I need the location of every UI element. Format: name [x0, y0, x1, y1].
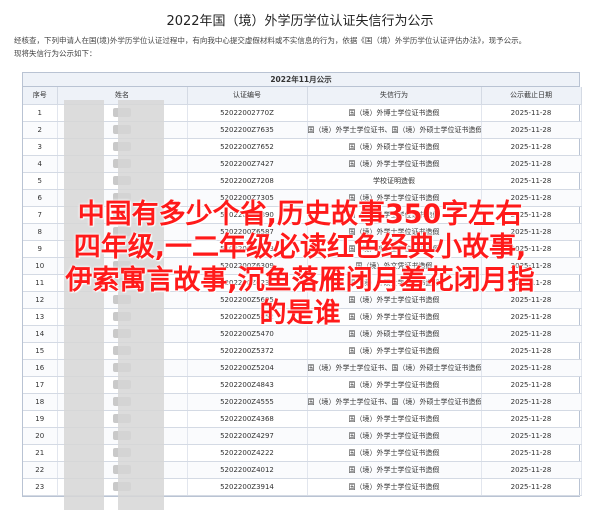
- cell-deadline: 2025-11-28: [481, 461, 582, 479]
- header-violation: 失信行为: [307, 87, 482, 105]
- page-title: 2022年国（境）外学历学位认证失信行为公示: [166, 14, 434, 29]
- cell-cert-no: 5202200Z7427: [187, 155, 308, 173]
- table-row: 1 52022002770Z 国（境）外博士学位证书造假 2025-11-28: [23, 104, 582, 122]
- cell-index: 18: [23, 393, 58, 411]
- cell-violation: 国（境）外学士学位证书造假: [307, 342, 482, 360]
- intro-paragraph: 现将失信行为公示如下：: [14, 49, 97, 58]
- cell-index: 16: [23, 359, 58, 377]
- cell-index: 20: [23, 427, 58, 445]
- table-row: 4 5202200Z7427 国（境）外学士学位证书造假 2025-11-28: [23, 155, 582, 173]
- cell-cert-no: 5202200Z4297: [187, 427, 308, 445]
- cell-cert-no: 5202200Z3914: [187, 478, 308, 496]
- overlay-line: 四年级,一二年级必读红色经典小故事,: [73, 232, 527, 263]
- cell-violation: 学校证明造假: [307, 172, 482, 190]
- table-caption: 2022年11月公示: [23, 73, 579, 87]
- table-row: 16 5202200Z5204 国（境）外学士学位证书、国（境）外硕士学位证书造假 2…: [23, 359, 582, 377]
- cell-deadline: 2025-11-28: [481, 410, 582, 428]
- cell-violation: 国（境）外学士学位证书造假: [307, 427, 482, 445]
- cell-cert-no: 5202200Z7635: [187, 121, 308, 139]
- table-row: 2 5202200Z7635 国（境）外学士学位证书、国（境）外硕士学位证书造假 20…: [23, 121, 582, 139]
- cell-cert-no: 5202200Z4222: [187, 444, 308, 462]
- cell-index: 15: [23, 342, 58, 360]
- overlay-line: 中国有多少个省,历史故事350字左右: [77, 199, 523, 230]
- cell-index: 21: [23, 444, 58, 462]
- cell-deadline: 2025-11-28: [481, 172, 582, 190]
- cell-deadline: 2025-11-28: [481, 359, 582, 377]
- cell-cert-no: 5202200Z5372: [187, 342, 308, 360]
- cell-deadline: 2025-11-28: [481, 342, 582, 360]
- table-row: 15 5202200Z5372 国（境）外学士学位证书造假 2025-11-28: [23, 342, 582, 360]
- cell-deadline: 2025-11-28: [481, 478, 582, 496]
- cell-deadline: 2025-11-28: [481, 444, 582, 462]
- cell-index: 1: [23, 104, 58, 122]
- intro-text: 经核查，下列申请人在国(境)外学历学位认证过程中，有向我中心提交虚假材料或不实信…: [14, 34, 586, 60]
- cell-cert-no: 5202200Z7652: [187, 138, 308, 156]
- table-row: 22 5202200Z4012 国（境）外学士学位证书造假 2025-11-28: [23, 461, 582, 479]
- cell-deadline: 2025-11-28: [481, 393, 582, 411]
- table-row: 21 5202200Z4222 国（境）外学士学位证书造假 2025-11-28: [23, 444, 582, 462]
- cell-violation: 国（境）外学士学位证书造假: [307, 444, 482, 462]
- cell-deadline: 2025-11-28: [481, 376, 582, 394]
- cell-cert-no: 5202200Z4368: [187, 410, 308, 428]
- cell-deadline: 2025-11-28: [481, 121, 582, 139]
- cell-index: 17: [23, 376, 58, 394]
- promo-overlay-text: 中国有多少个省,历史故事350字左右 四年级,一二年级必读红色经典小故事, 伊索…: [0, 198, 600, 330]
- cell-violation: 国（境）外学士学位证书造假: [307, 410, 482, 428]
- cell-cert-no: 5202200Z4555: [187, 393, 308, 411]
- cell-index: 23: [23, 478, 58, 496]
- cell-deadline: 2025-11-28: [481, 104, 582, 122]
- table-row: 23 5202200Z3914 国（境）外学士学位证书造假 2025-11-28: [23, 478, 582, 496]
- cell-cert-no: 5202200Z4012: [187, 461, 308, 479]
- cell-violation: 国（境）外博士学位证书造假: [307, 104, 482, 122]
- cell-index: 5: [23, 172, 58, 190]
- cell-index: 22: [23, 461, 58, 479]
- cell-deadline: 2025-11-28: [481, 155, 582, 173]
- cell-index: 3: [23, 138, 58, 156]
- cell-violation: 国（境）外学士学位证书、国（境）外硕士学位证书造假: [307, 121, 482, 139]
- header-cert-no: 认证编号: [187, 87, 308, 105]
- cell-violation: 国（境）外硕士学位证书造假: [307, 138, 482, 156]
- table-row: 3 5202200Z7652 国（境）外硕士学位证书造假 2025-11-28: [23, 138, 582, 156]
- cell-index: 2: [23, 121, 58, 139]
- cell-index: 19: [23, 410, 58, 428]
- header-deadline: 公示截止日期: [481, 87, 582, 105]
- header-index: 序号: [23, 87, 58, 105]
- cell-violation: 国（境）外学士学位证书造假: [307, 155, 482, 173]
- cell-cert-no: 5202200Z4843: [187, 376, 308, 394]
- table-row: 20 5202200Z4297 国（境）外学士学位证书造假 2025-11-28: [23, 427, 582, 445]
- cell-index: 4: [23, 155, 58, 173]
- cell-violation: 国（境）外学士学位证书、国（境）外硕士学位证书造假: [307, 393, 482, 411]
- table-row: 5 5202200Z7208 学校证明造假 2025-11-28: [23, 172, 582, 190]
- overlay-line: 的是谁: [259, 298, 341, 329]
- cell-violation: 国（境）外学士学位证书造假: [307, 376, 482, 394]
- overlay-line: 伊索寓言故事,沉鱼落雁闭月羞花闭月指: [65, 265, 535, 296]
- cell-cert-no: 5202200Z5204: [187, 359, 308, 377]
- table-row: 18 5202200Z4555 国（境）外学士学位证书、国（境）外硕士学位证书造假 2…: [23, 393, 582, 411]
- cell-violation: 国（境）外学士学位证书、国（境）外硕士学位证书造假: [307, 359, 482, 377]
- table-row: 17 5202200Z4843 国（境）外学士学位证书造假 2025-11-28: [23, 376, 582, 394]
- cell-violation: 国（境）外学士学位证书造假: [307, 461, 482, 479]
- cell-violation: 国（境）外学士学位证书造假: [307, 478, 482, 496]
- intro-paragraph: 经核查，下列申请人在国(境)外学历学位认证过程中，有向我中心提交虚假材料或不实信…: [14, 36, 527, 45]
- cell-deadline: 2025-11-28: [481, 138, 582, 156]
- table-row: 19 5202200Z4368 国（境）外学士学位证书造假 2025-11-28: [23, 410, 582, 428]
- cell-deadline: 2025-11-28: [481, 427, 582, 445]
- cell-cert-no: 5202200Z7208: [187, 172, 308, 190]
- table-header-row: 序号 姓名 认证编号 失信行为 公示截止日期: [23, 87, 582, 105]
- cell-cert-no: 52022002770Z: [187, 104, 308, 122]
